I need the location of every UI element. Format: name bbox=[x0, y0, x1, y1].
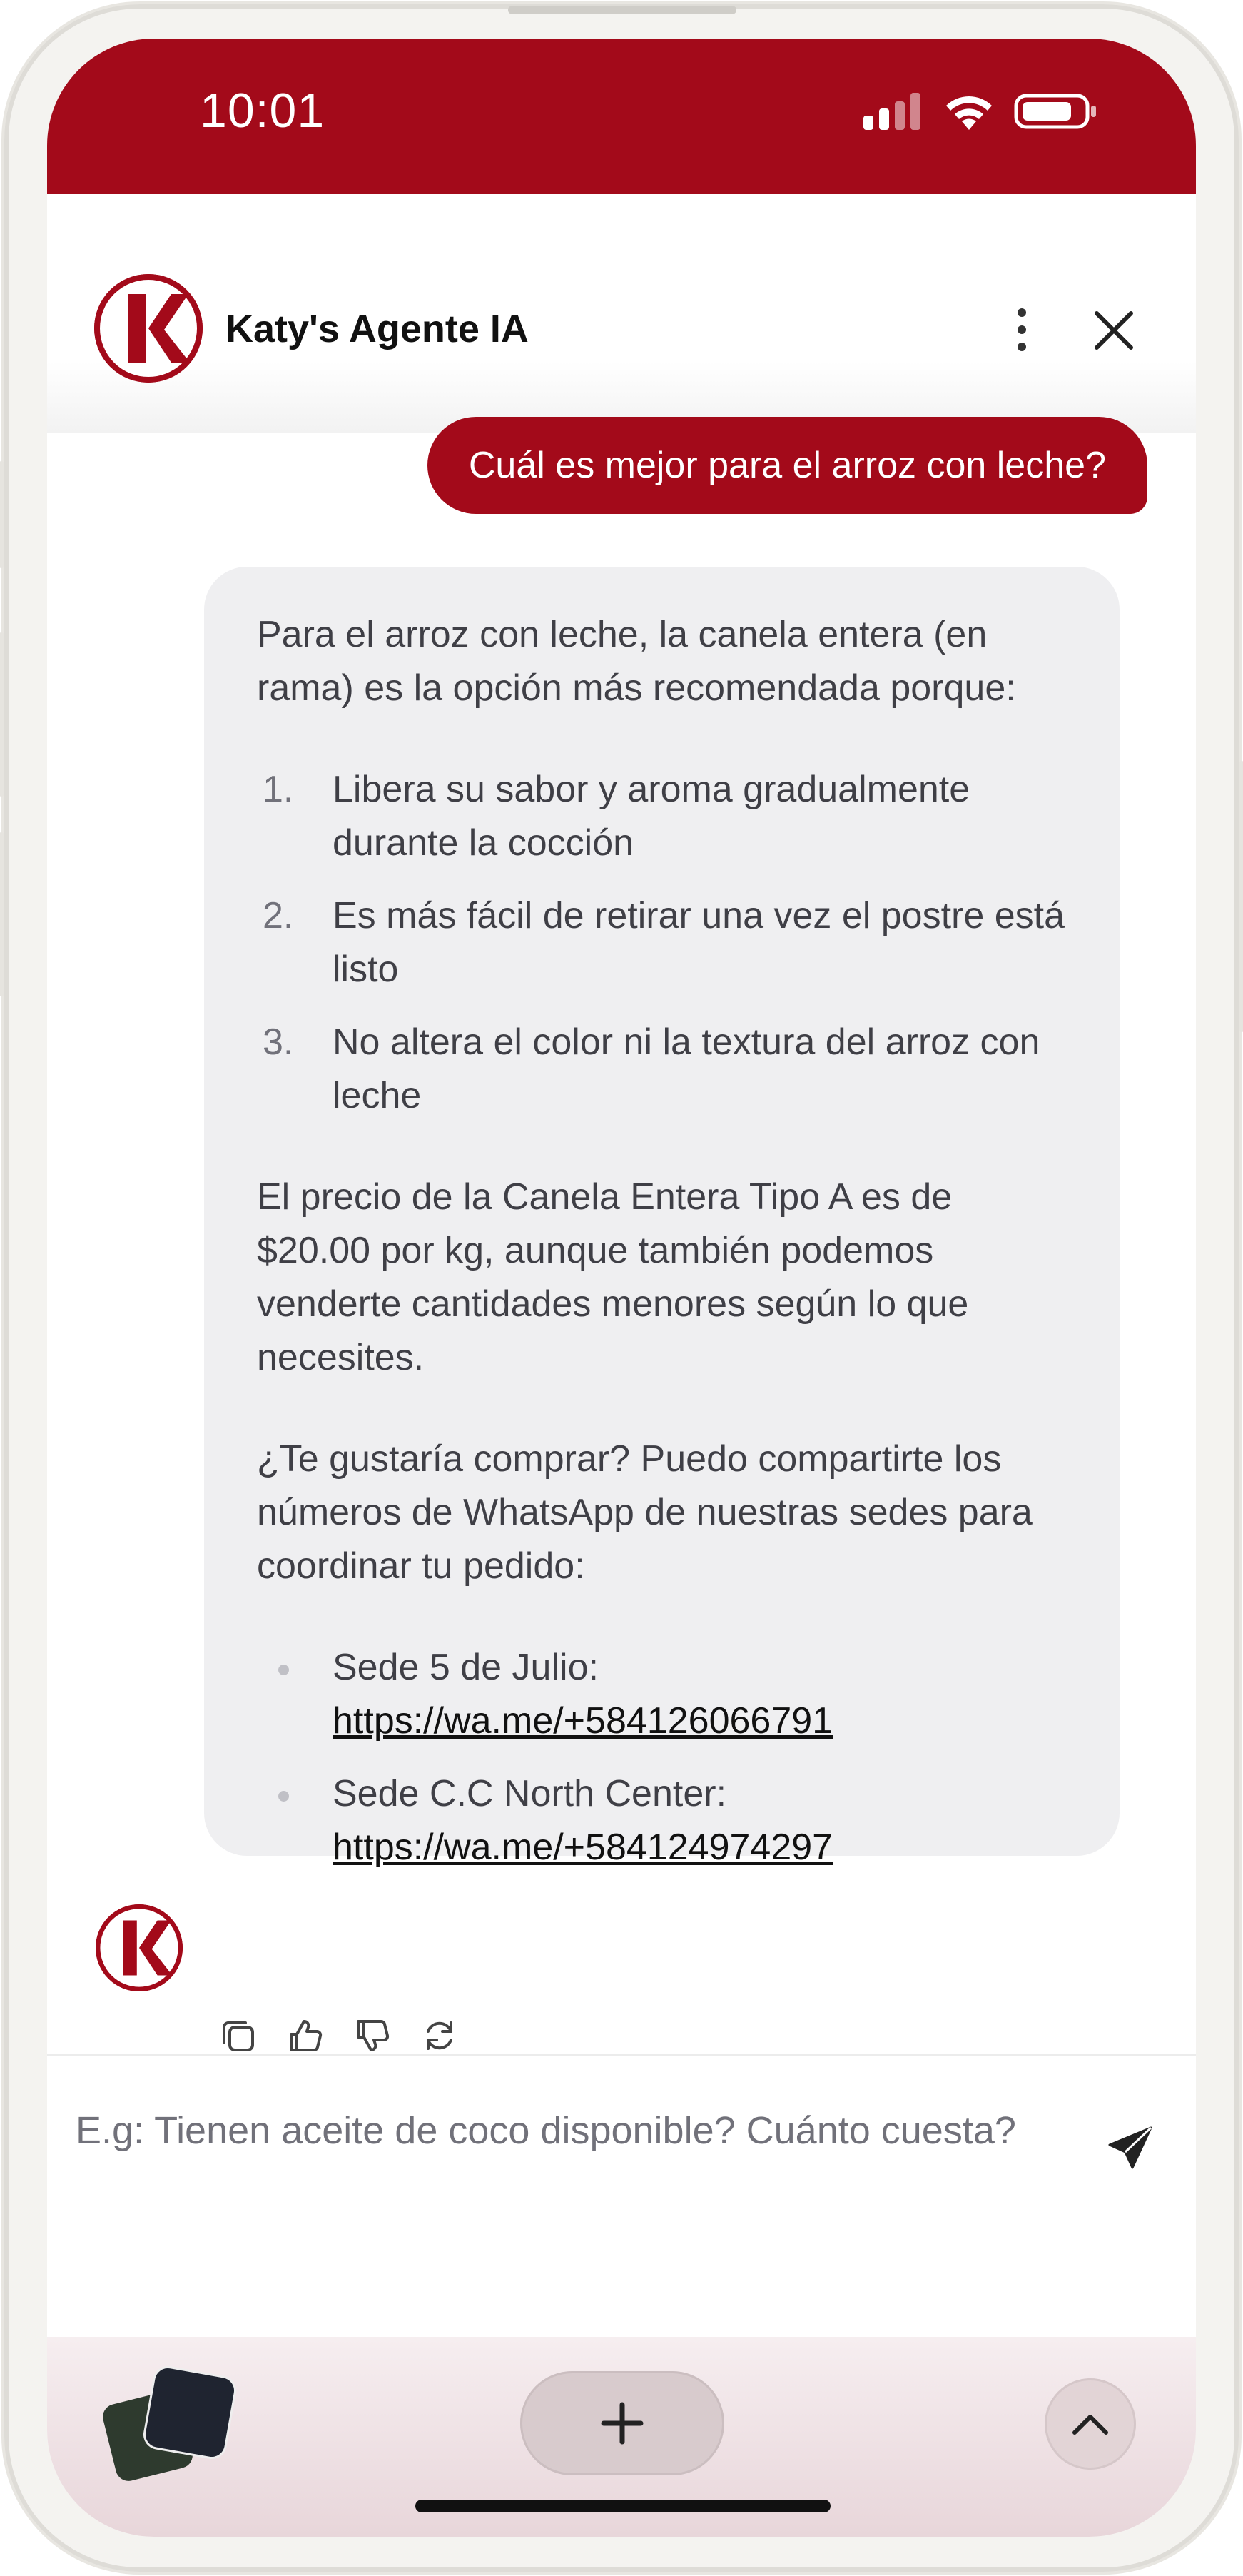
bullet-icon bbox=[278, 1665, 289, 1675]
thumbnail bbox=[143, 2366, 236, 2459]
bottom-bar bbox=[47, 2337, 1196, 2537]
locations-list: Sede 5 de Julio: https://wa.me/+58412606… bbox=[257, 1641, 1067, 1874]
close-icon bbox=[1095, 311, 1133, 350]
list-item: 3. No altera el color ni la textura del … bbox=[257, 1016, 1067, 1123]
send-icon bbox=[1108, 2126, 1152, 2169]
copy-icon[interactable] bbox=[218, 2016, 258, 2056]
bot-intro-text: Para el arroz con leche, la canela enter… bbox=[257, 614, 1016, 709]
list-item-number: 1. bbox=[263, 769, 294, 810]
more-vertical-icon bbox=[1018, 308, 1026, 351]
volume-button bbox=[0, 832, 4, 996]
close-button[interactable] bbox=[1075, 291, 1153, 370]
list-item: 1. Libera su sabor y aroma gradualmente … bbox=[257, 763, 1067, 870]
question-text: ¿Te gustaría comprar? Puedo compartirte … bbox=[257, 1438, 1033, 1587]
top-speaker bbox=[508, 6, 736, 14]
status-time: 10:01 bbox=[200, 84, 325, 138]
power-button bbox=[1239, 761, 1243, 1032]
app-switcher-thumbnails[interactable] bbox=[100, 2361, 247, 2497]
list-item-number: 3. bbox=[263, 1021, 294, 1063]
cellular-signal-icon bbox=[863, 93, 920, 130]
message-input-area: E.g: Tienen aceite de coco disponible? C… bbox=[47, 2056, 1196, 2227]
more-options-button[interactable] bbox=[986, 294, 1057, 365]
refresh-icon[interactable] bbox=[420, 2016, 460, 2056]
location-item: Sede C.C North Center: https://wa.me/+58… bbox=[257, 1767, 1067, 1874]
user-message: Cuál es mejor para el arroz con leche? bbox=[427, 417, 1147, 514]
location-label: Sede 5 de Julio: bbox=[333, 1647, 599, 1688]
bullet-icon bbox=[278, 1791, 289, 1802]
bot-message: Para el arroz con leche, la canela enter… bbox=[204, 567, 1120, 1868]
thumbs-down-icon[interactable] bbox=[352, 2016, 392, 2056]
k-logo-icon bbox=[96, 1904, 183, 1991]
expand-button[interactable] bbox=[1045, 2378, 1136, 2470]
message-actions bbox=[218, 2016, 460, 2056]
new-tab-button[interactable] bbox=[520, 2371, 724, 2475]
status-bar: 10:01 bbox=[47, 39, 1196, 194]
thumbs-up-icon[interactable] bbox=[285, 2016, 325, 2056]
send-button[interactable] bbox=[1095, 2113, 1166, 2184]
battery-icon bbox=[1014, 94, 1096, 129]
volume-button bbox=[0, 461, 4, 568]
chat-header: Katy's Agente IA bbox=[47, 194, 1196, 433]
message-input[interactable]: E.g: Tienen aceite de coco disponible? C… bbox=[76, 2104, 1053, 2158]
home-indicator[interactable] bbox=[415, 2500, 831, 2512]
location-item: Sede 5 de Julio: https://wa.me/+58412606… bbox=[257, 1641, 1067, 1748]
list-item-text: No altera el color ni la textura del arr… bbox=[333, 1021, 1040, 1116]
user-message-text: Cuál es mejor para el arroz con leche? bbox=[468, 445, 1106, 486]
location-label: Sede C.C North Center: bbox=[333, 1773, 727, 1814]
list-item-text: Es más fácil de retirar una vez el postr… bbox=[333, 895, 1065, 990]
brand-logo bbox=[94, 274, 203, 383]
list-item-text: Libera su sabor y aroma gradualmente dur… bbox=[333, 769, 970, 864]
k-logo-icon bbox=[94, 274, 203, 383]
price-text: El precio de la Canela Entera Tipo A es … bbox=[257, 1176, 969, 1378]
plus-icon bbox=[601, 2402, 644, 2445]
volume-button bbox=[0, 632, 4, 797]
list-item-number: 2. bbox=[263, 895, 294, 936]
chevron-up-icon bbox=[1072, 2415, 1108, 2435]
list-item: 2. Es más fácil de retirar una vez el po… bbox=[257, 889, 1067, 996]
bot-avatar bbox=[96, 1904, 183, 1991]
reasons-list: 1. Libera su sabor y aroma gradualmente … bbox=[257, 763, 1067, 1123]
whatsapp-link[interactable]: https://wa.me/+584124974297 bbox=[333, 1827, 833, 1868]
app-screen: 10:01 Katy's Agente IA Cuál es mejor par… bbox=[47, 39, 1196, 2537]
wifi-icon bbox=[946, 96, 992, 130]
chat-title: Katy's Agente IA bbox=[225, 308, 529, 350]
whatsapp-link[interactable]: https://wa.me/+584126066791 bbox=[333, 1700, 833, 1742]
